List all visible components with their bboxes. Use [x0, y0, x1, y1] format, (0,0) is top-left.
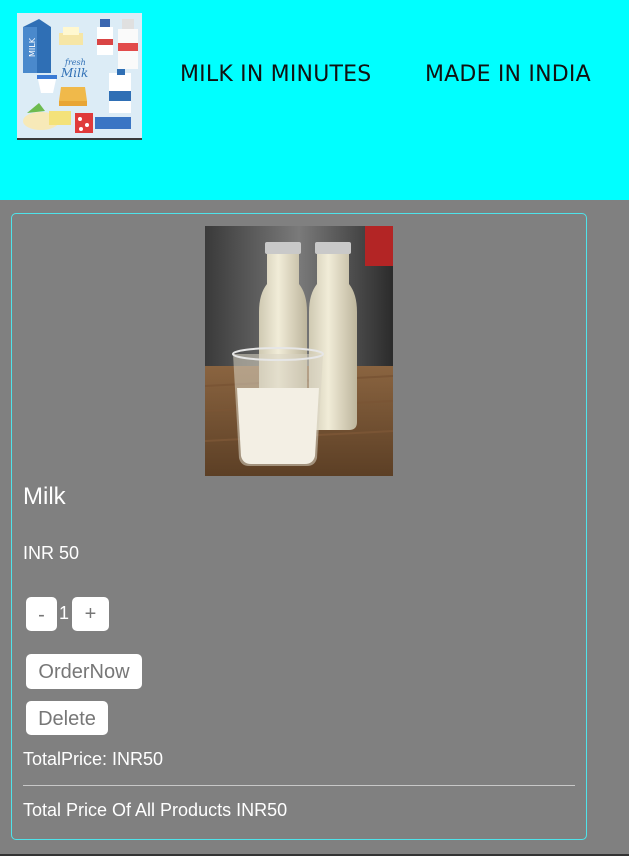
- delete-button[interactable]: Delete: [26, 701, 108, 735]
- page-gutter: [599, 200, 629, 856]
- brand-logo[interactable]: MILK fresh Milk: [17, 13, 142, 140]
- item-total-price: TotalPrice: INR50: [23, 749, 164, 769]
- nav-milk-in-minutes[interactable]: MILK IN MINUTES: [180, 62, 371, 87]
- divider: [23, 785, 575, 786]
- grand-total-price: Total Price Of All Products INR50: [23, 800, 288, 820]
- product-image: [205, 226, 393, 476]
- product-name: Milk: [23, 483, 66, 510]
- order-now-button[interactable]: OrderNow: [26, 654, 142, 689]
- quantity-value: 1: [59, 603, 70, 623]
- decrement-button[interactable]: -: [26, 597, 57, 631]
- increment-button[interactable]: +: [72, 597, 109, 631]
- svg-text:Milk: Milk: [60, 66, 88, 80]
- svg-text:MILK: MILK: [28, 37, 37, 57]
- nav-made-in-india[interactable]: MADE IN INDIA: [425, 62, 591, 87]
- site-header: MILK fresh Milk MILK IN MINUTES MADE IN …: [0, 0, 629, 200]
- product-price: INR 50: [23, 543, 80, 563]
